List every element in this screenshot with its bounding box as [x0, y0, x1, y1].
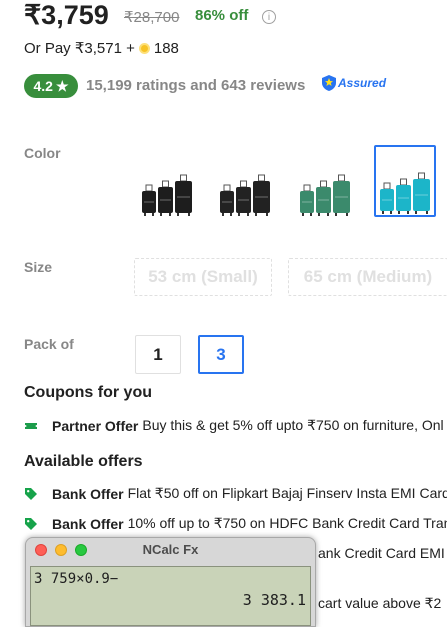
calc-display[interactable]: 3 759×0.9− 3 383.1: [30, 566, 311, 626]
offer-row[interactable]: ank Credit Card EMI: [318, 545, 445, 561]
luggage-set-icon: [220, 174, 270, 216]
or-pay-text: Or Pay ₹3,571 +: [24, 40, 135, 57]
offers-title: Available offers: [24, 453, 143, 470]
offer-tag-icon: [25, 487, 37, 500]
assured-label: Assured: [338, 76, 387, 90]
discount-label: 86% off: [195, 7, 249, 24]
pay-with-coins: Or Pay ₹3,571 + 188: [24, 39, 179, 58]
color-swatch-black[interactable]: [136, 145, 198, 217]
info-icon[interactable]: i: [262, 10, 276, 24]
size-option-medium[interactable]: 65 cm (Medium): [288, 258, 447, 296]
supercoin-icon: [138, 42, 150, 54]
color-swatch-black-alt[interactable]: [214, 145, 276, 217]
offer-text: cart value above ₹2: [318, 595, 442, 611]
luggage-set-icon: [300, 174, 350, 216]
offer-tag-icon: [25, 517, 37, 530]
color-label: Color: [24, 145, 61, 161]
pack-label: Pack of: [24, 336, 74, 352]
offer-row[interactable]: cart value above ₹2: [318, 595, 441, 612]
rating-badge[interactable]: 4.2 ★: [24, 74, 78, 98]
luggage-set-icon: [142, 174, 192, 216]
offer-row[interactable]: Bank Offer 10% off up to ₹750 on HDFC Ba…: [24, 515, 447, 532]
calc-expression: 3 759×0.9−: [34, 571, 119, 587]
ncalc-window[interactable]: NCalc Fx 3 759×0.9− 3 383.1: [25, 537, 316, 627]
color-swatch-teal[interactable]: [374, 145, 436, 217]
pack-option-1[interactable]: 1: [135, 335, 181, 374]
coupon-text: Buy this & get 5% off upto ₹750 on furni…: [142, 417, 444, 433]
offer-text: Flat ₹50 off on Flipkart Bajaj Finserv I…: [127, 485, 447, 501]
offer-row[interactable]: Bank Offer Flat ₹50 off on Flipkart Baja…: [24, 485, 447, 502]
ncalc-title: NCalc Fx: [142, 542, 199, 557]
coupon-bold: Partner Offer: [52, 417, 139, 434]
ncalc-titlebar[interactable]: NCalc Fx: [26, 538, 315, 562]
pack-option-3[interactable]: 3: [198, 335, 244, 374]
coupons-title: Coupons for you: [24, 384, 152, 401]
coupon-row[interactable]: Partner Offer Buy this & get 5% off upto…: [24, 417, 444, 434]
color-swatch-green[interactable]: [294, 145, 356, 217]
mrp-price: ₹28,700: [124, 9, 180, 26]
offer-bold: Bank Offer: [52, 485, 124, 502]
offer-bold: Bank Offer: [52, 515, 124, 532]
ratings-summary[interactable]: 15,199 ratings and 643 reviews: [86, 77, 305, 94]
star-icon: ★: [55, 77, 69, 94]
coin-count: 188: [153, 39, 179, 57]
offer-text: 10% off up to ₹750 on HDFC Bank Credit C…: [127, 515, 447, 531]
coupon-ticket-icon: [25, 422, 37, 429]
rating-value: 4.2: [33, 78, 53, 94]
offer-text: ank Credit Card EMI: [318, 545, 445, 561]
size-label: Size: [24, 259, 53, 275]
assured-shield-icon: [322, 75, 336, 91]
assured-badge: Assured: [322, 75, 386, 91]
current-price: ₹3,759: [24, 0, 109, 30]
luggage-set-icon: [380, 172, 430, 214]
calc-result: 3 383.1: [242, 591, 306, 609]
size-option-small[interactable]: 53 cm (Small): [134, 258, 272, 296]
